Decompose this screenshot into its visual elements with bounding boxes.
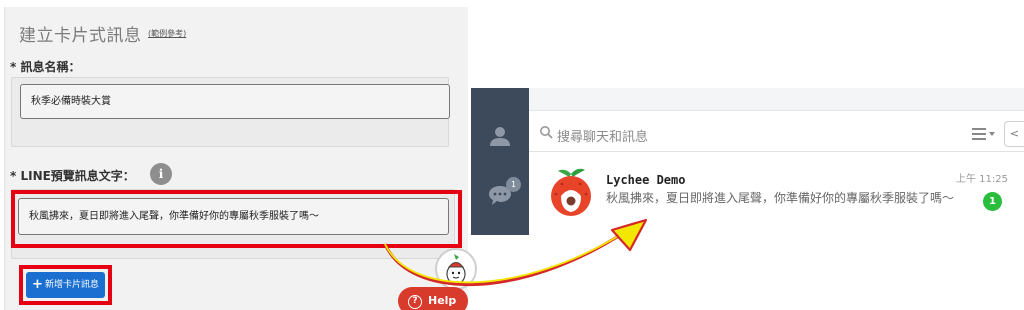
chat-list-panel: 搜尋聊天和訊息 < Lychee Demo 上午 11:25 秋風拂來，夏日即將… bbox=[529, 88, 1024, 235]
plus-icon: + bbox=[32, 277, 43, 292]
unread-count-badge: 1 bbox=[983, 192, 1002, 211]
lychee-logo bbox=[551, 168, 591, 216]
chat-list-item[interactable]: Lychee Demo 上午 11:25 秋風拂來，夏日即將進入尾聲，你準備好你… bbox=[529, 156, 1024, 235]
chat-timestamp: 上午 11:25 bbox=[956, 174, 1008, 185]
message-name-container: 秋季必備時裝大賞 bbox=[11, 77, 450, 147]
line-preview-input[interactable]: 秋風拂來，夏日即將進入尾聲，你準備好你的專屬秋季服裝了嗎～ bbox=[18, 198, 449, 235]
help-icon: ? bbox=[408, 295, 422, 309]
line-chat-window: 1 搜尋聊天和訊息 < Lychee Demo 上午 11:25 秋風拂來，夏日… bbox=[471, 88, 1024, 235]
message-name-input[interactable]: 秋季必備時裝大賞 bbox=[20, 84, 450, 119]
info-icon[interactable]: i bbox=[150, 163, 172, 185]
search-input[interactable]: 搜尋聊天和訊息 bbox=[557, 126, 648, 145]
add-card-message-label: 新增卡片訊息 bbox=[44, 280, 99, 290]
line-preview-label: * LINE預覽訊息文字： bbox=[10, 169, 135, 183]
chat-search-bar[interactable]: 搜尋聊天和訊息 < bbox=[529, 116, 1024, 152]
sidebar-unread-badge: 1 bbox=[506, 177, 521, 192]
card-message-form: 建立卡片式訊息 (範例參考) * 訊息名稱： 秋季必備時裝大賞 * LINE預覽… bbox=[4, 7, 477, 310]
chat-contact-name: Lychee Demo bbox=[606, 173, 686, 187]
chevron-left-icon[interactable]: < bbox=[1004, 121, 1024, 147]
chat-top-strip bbox=[529, 88, 1024, 111]
chat-message-preview: 秋風拂來，夏日即將進入尾聲，你準備好你的專屬秋季服裝了嗎～ bbox=[606, 191, 955, 205]
add-card-message-button[interactable]: + 新增卡片訊息 bbox=[26, 272, 105, 298]
search-icon bbox=[540, 126, 553, 139]
chat-sidebar: 1 bbox=[471, 88, 529, 235]
list-menu-icon[interactable] bbox=[972, 127, 996, 141]
user-icon[interactable] bbox=[488, 124, 512, 148]
example-link[interactable]: (範例參考) bbox=[148, 28, 186, 39]
help-button[interactable]: ? Help bbox=[398, 287, 468, 310]
help-label: Help bbox=[428, 294, 457, 307]
page-title: 建立卡片式訊息 bbox=[19, 26, 142, 46]
mascot-graphic bbox=[446, 254, 466, 285]
screenshot-stage: 建立卡片式訊息 (範例參考) * 訊息名稱： 秋季必備時裝大賞 * LINE預覽… bbox=[0, 0, 1024, 310]
message-name-label: * 訊息名稱： bbox=[10, 60, 81, 74]
mascot-icon[interactable] bbox=[435, 248, 477, 290]
